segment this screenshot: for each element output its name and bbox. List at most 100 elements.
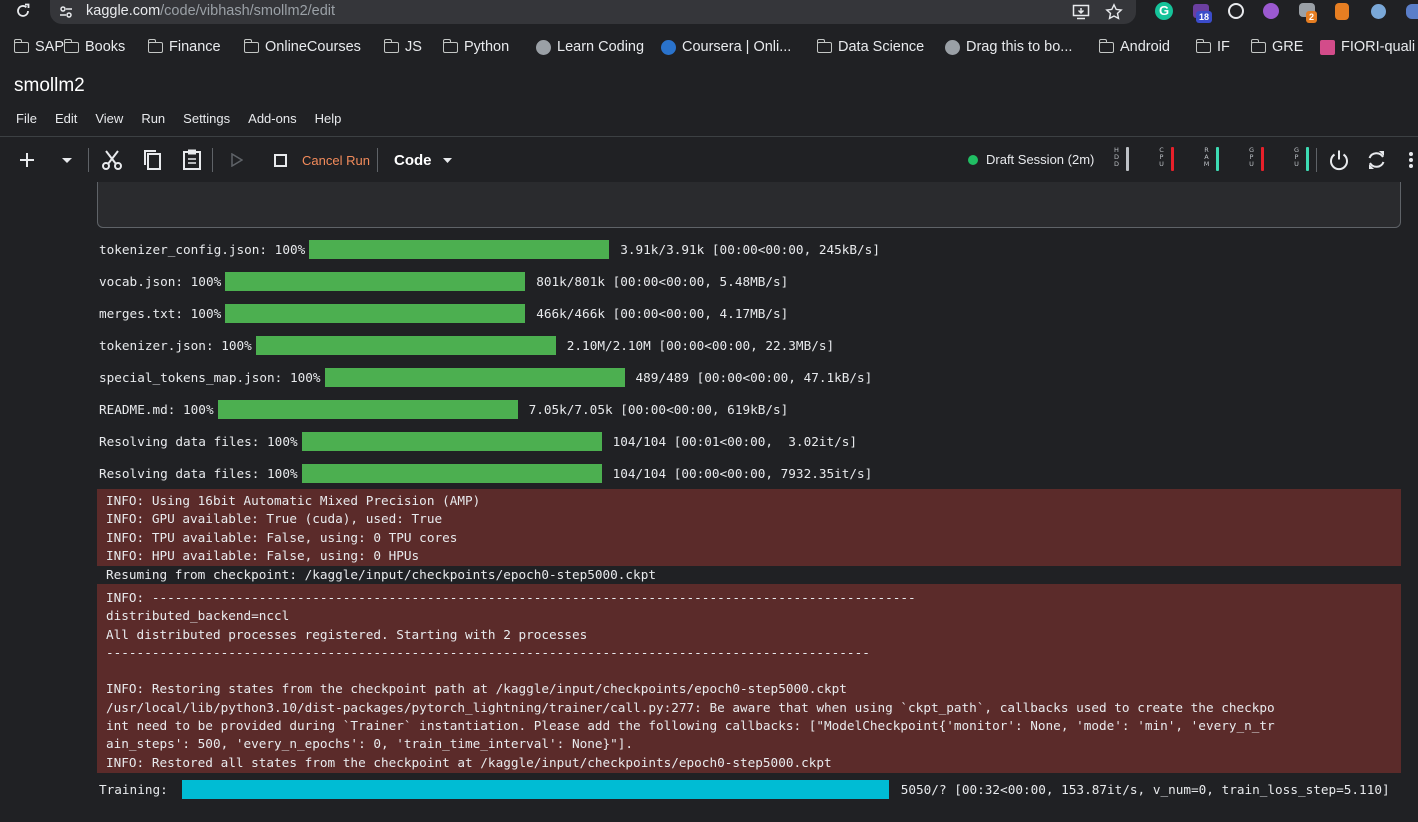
install-app-icon[interactable] — [1072, 3, 1090, 21]
log-line: INFO: Using 16bit Automatic Mixed Precis… — [106, 493, 481, 508]
bookmark-label: JS — [405, 39, 422, 55]
bookmark-star-icon[interactable] — [1105, 3, 1123, 21]
url-text[interactable]: kaggle.com/code/vibhash/smollm2/edit — [86, 3, 335, 19]
globe-icon — [945, 39, 960, 55]
progress-stats: 7.05k/7.05k [00:00<00:00, 619kB/s] — [528, 401, 789, 417]
paste-icon[interactable] — [181, 148, 203, 171]
log-line: ----------------------------------------… — [106, 644, 870, 660]
notebook-content: tokenizer_config.json: 100% 3.91k/3.91k [… — [0, 182, 1418, 822]
site-info-icon[interactable] — [58, 4, 74, 20]
meter-bar — [1261, 147, 1264, 171]
bookmark-item[interactable]: SAP — [13, 38, 65, 55]
folder-icon — [816, 38, 832, 53]
bookmark-item[interactable]: FIORI-quali — [1320, 39, 1415, 55]
stderr-output: INFO: ----------------------------------… — [97, 584, 1401, 773]
menu-edit[interactable]: Edit — [55, 111, 77, 126]
download-progress: vocab.json: 100% 801k/801k [00:00<00:00, … — [99, 270, 788, 292]
bookmark-label: Python — [464, 39, 510, 55]
bookmark-label: OnlineCourses — [265, 39, 361, 55]
extension-search-icon[interactable] — [1371, 4, 1386, 19]
bookmark-label: Books — [85, 39, 126, 55]
notebook-title[interactable]: smollm2 — [14, 75, 85, 97]
bookmarks-bar: SAP Books Finance OnlineCourses JS Python Lear… — [0, 36, 1418, 60]
bookmark-item[interactable]: Finance — [147, 38, 221, 55]
bookmark-label: Learn Coding — [557, 39, 645, 55]
progress-label: tokenizer.json: 100% — [99, 337, 252, 353]
meter-label: G P U — [1248, 146, 1255, 168]
bookmark-item[interactable]: IF — [1195, 38, 1230, 55]
scissors-icon[interactable] — [101, 149, 123, 171]
bookmark-item[interactable]: Coursera | Onli... — [661, 39, 791, 55]
extension-clock-icon[interactable] — [1228, 3, 1244, 19]
progress-stats: 489/489 [00:00<00:00, 47.1kB/s] — [635, 369, 873, 385]
reload-icon[interactable] — [15, 3, 31, 19]
menu-view[interactable]: View — [95, 111, 123, 126]
bookmark-label: Finance — [169, 39, 221, 55]
menu-help[interactable]: Help — [315, 111, 342, 126]
meter-bar — [1216, 147, 1219, 171]
progress-bar — [255, 335, 556, 355]
cell-type-value: Code — [394, 152, 432, 169]
log-line: ain_steps': 500, 'every_n_epochs': 0, 't… — [106, 736, 634, 752]
bookmark-item[interactable]: Android — [1098, 38, 1170, 55]
bookmark-item[interactable]: OnlineCourses — [243, 38, 361, 55]
meter-label: H D D — [1113, 146, 1119, 168]
bookmark-item[interactable]: Drag this to bo... — [945, 39, 1072, 55]
bookmark-item[interactable]: Data Science — [816, 38, 925, 55]
chevron-down-icon[interactable] — [443, 158, 452, 164]
progress-bar — [301, 431, 602, 451]
stdout-line: Resuming from checkpoint: /kaggle/input/… — [106, 567, 656, 582]
session-status[interactable]: Draft Session (2m) — [968, 152, 1094, 167]
bookmark-item[interactable]: JS — [383, 38, 422, 55]
more-vert-icon[interactable] — [1406, 151, 1416, 169]
session-active-dot — [968, 154, 978, 165]
progress-bar — [309, 239, 610, 259]
chevron-down-icon[interactable] — [61, 157, 73, 165]
progress-bar — [324, 367, 625, 387]
copy-icon[interactable] — [142, 149, 162, 171]
log-line: /usr/local/lib/python3.10/dist-packages/… — [106, 699, 1275, 715]
bookmark-item[interactable]: Learn Coding — [536, 39, 644, 55]
download-progress: merges.txt: 100% 466k/466k [00:00<00:00, … — [99, 302, 788, 324]
code-cell[interactable] — [97, 182, 1401, 228]
log-line: int need to be provided during `Trainer`… — [106, 718, 1275, 734]
add-cell-icon[interactable] — [18, 151, 36, 169]
bookmark-label: IF — [1217, 39, 1230, 55]
notebook-toolbar: Cancel Run Code Draft Session (2m) H D D… — [0, 136, 1418, 182]
bookmark-label: SAP — [35, 39, 65, 55]
menu-add-ons[interactable]: Add-ons — [248, 111, 296, 126]
meter-label: R A M — [1203, 146, 1210, 168]
grammarly-icon[interactable]: G — [1155, 2, 1173, 20]
progress-bar — [225, 271, 526, 291]
run-cell-icon[interactable] — [231, 153, 243, 167]
restart-icon[interactable] — [1366, 149, 1387, 171]
cancel-run-button[interactable]: Cancel Run — [302, 153, 370, 168]
folder-icon — [63, 38, 79, 53]
bookmark-item[interactable]: Python — [442, 38, 510, 55]
log-line: INFO: Restoring states from the checkpoi… — [106, 681, 847, 697]
menu-file[interactable]: File — [16, 111, 37, 126]
bookmark-item[interactable]: Books — [63, 38, 126, 55]
address-bar[interactable]: kaggle.com/code/vibhash/smollm2/edit — [50, 0, 1136, 24]
bookmark-label: Data Science — [838, 39, 925, 55]
progress-stats: 104/104 [00:00<00:00, 7932.35it/s] — [612, 465, 873, 481]
menu-settings[interactable]: Settings — [183, 111, 230, 126]
progress-stats: 2.10M/2.10M [00:00<00:00, 22.3MB/s] — [566, 337, 835, 353]
bookmark-item[interactable]: GRE — [1250, 38, 1303, 55]
meter-label: C P U — [1159, 146, 1164, 168]
cell-type-select[interactable]: Code — [394, 152, 432, 169]
fiori-icon — [1320, 39, 1335, 55]
extension-figure-icon[interactable] — [1335, 3, 1349, 20]
folder-icon — [1250, 38, 1266, 53]
folder-icon — [243, 38, 259, 53]
stop-icon[interactable] — [274, 154, 287, 167]
folder-icon — [1195, 38, 1211, 53]
progress-label: merges.txt: 100% — [99, 305, 222, 321]
power-icon[interactable] — [1328, 149, 1350, 171]
extension-gear-icon[interactable] — [1263, 3, 1279, 19]
extension-profile-icon[interactable] — [1406, 4, 1418, 19]
training-progress: Training: 5050/? [00:32<00:00, 153.87it/… — [99, 778, 1390, 800]
menu-run[interactable]: Run — [141, 111, 165, 126]
log-line: All distributed processes registered. St… — [106, 626, 588, 642]
